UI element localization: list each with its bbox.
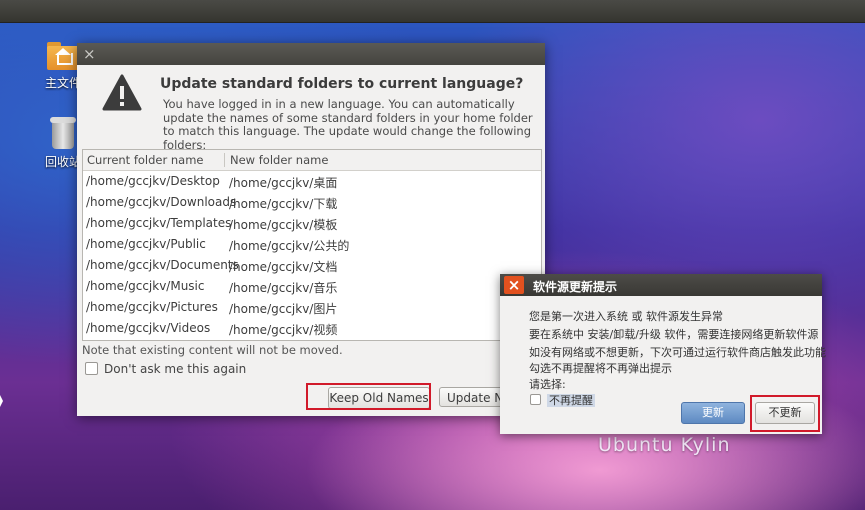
cell-new: /home/gccjkv/音乐	[229, 281, 338, 295]
cn-message-line: 如没有网络或不想更新，下次可通过运行软件商店触发此功能	[529, 346, 826, 359]
ubuntu-kylin-logo-text: Ubuntu Kylin	[598, 434, 731, 456]
cell-new: /home/gccjkv/下载	[229, 197, 338, 211]
dont-ask-label[interactable]: Don't ask me this again	[104, 362, 246, 376]
cell-current: /home/gccjkv/Public	[86, 237, 206, 251]
cn-message-line: 您是第一次进入系统 或 软件源发生异常	[529, 310, 723, 323]
cn-dialog-titlebar: × 软件源更新提示	[500, 274, 822, 296]
table-row[interactable]: /home/gccjkv/Music/home/gccjkv/音乐	[83, 276, 541, 297]
close-icon[interactable]: ×	[504, 276, 524, 294]
table-row[interactable]: /home/gccjkv/Templates/home/gccjkv/模板	[83, 213, 541, 234]
close-icon[interactable]: ×	[83, 45, 96, 63]
dialog-title: Update standard folders to current langu…	[160, 76, 524, 92]
table-row[interactable]: /home/gccjkv/Public/home/gccjkv/公共的	[83, 234, 541, 255]
highlight-box-no-update	[750, 395, 820, 432]
dont-ask-checkbox[interactable]	[85, 362, 98, 375]
trash-icon	[50, 117, 76, 149]
cell-current: /home/gccjkv/Templates	[86, 216, 232, 230]
column-header-current[interactable]: Current folder name	[87, 153, 204, 167]
cell-current: /home/gccjkv/Downloads	[86, 195, 237, 209]
table-header: Current folder name New folder name	[83, 150, 541, 171]
cell-new: /home/gccjkv/文档	[229, 260, 338, 274]
cell-current: /home/gccjkv/Videos	[86, 321, 211, 335]
cell-current: /home/gccjkv/Documents	[86, 258, 239, 272]
top-panel	[0, 0, 865, 23]
table-row[interactable]: /home/gccjkv/Desktop/home/gccjkv/桌面	[83, 171, 541, 192]
no-remind-checkbox[interactable]	[530, 394, 541, 405]
warning-icon	[102, 74, 142, 111]
cell-new: /home/gccjkv/桌面	[229, 176, 338, 190]
table-row[interactable]: /home/gccjkv/Documents/home/gccjkv/文档	[83, 255, 541, 276]
update-button[interactable]: 更新	[681, 402, 745, 424]
no-remind-label[interactable]: 不再提醒	[547, 394, 595, 407]
no-remind-checkbox-row[interactable]: 不再提醒	[530, 392, 595, 408]
table-row[interactable]: /home/gccjkv/Pictures/home/gccjkv/图片	[83, 297, 541, 318]
note-text: Note that existing content will not be m…	[82, 343, 343, 357]
cell-current: /home/gccjkv/Music	[86, 279, 205, 293]
update-folders-dialog: × Update standard folders to current lan…	[77, 43, 545, 416]
cell-current: /home/gccjkv/Desktop	[86, 174, 220, 188]
cn-choose-label: 请选择:	[529, 378, 566, 391]
folders-table: Current folder name New folder name /hom…	[82, 149, 542, 341]
cn-dialog-title: 软件源更新提示	[533, 280, 618, 294]
dialog-description: You have logged in in a new language. Yo…	[163, 97, 533, 152]
table-row[interactable]: /home/gccjkv/Downloads/home/gccjkv/下载	[83, 192, 541, 213]
cn-message-line: 勾选不再提醒将不再弹出提示	[529, 362, 672, 375]
table-row[interactable]: /home/gccjkv/Videos/home/gccjkv/视频	[83, 318, 541, 339]
dialog-titlebar: ×	[77, 43, 545, 65]
cell-new: /home/gccjkv/公共的	[229, 239, 350, 253]
cn-message-line: 要在系统中 安装/卸载/升级 软件，需要连接网络更新软件源	[529, 328, 819, 341]
home-folder-icon	[47, 40, 79, 70]
cell-current: /home/gccjkv/Pictures	[86, 300, 218, 314]
cell-new: /home/gccjkv/视频	[229, 323, 338, 337]
cell-new: /home/gccjkv/图片	[229, 302, 338, 316]
cell-new: /home/gccjkv/模板	[229, 218, 338, 232]
highlight-box-keep	[306, 383, 431, 410]
mouse-cursor	[0, 395, 3, 407]
column-header-new[interactable]: New folder name	[230, 153, 328, 167]
dont-ask-checkbox-row[interactable]: Don't ask me this again	[85, 362, 246, 376]
